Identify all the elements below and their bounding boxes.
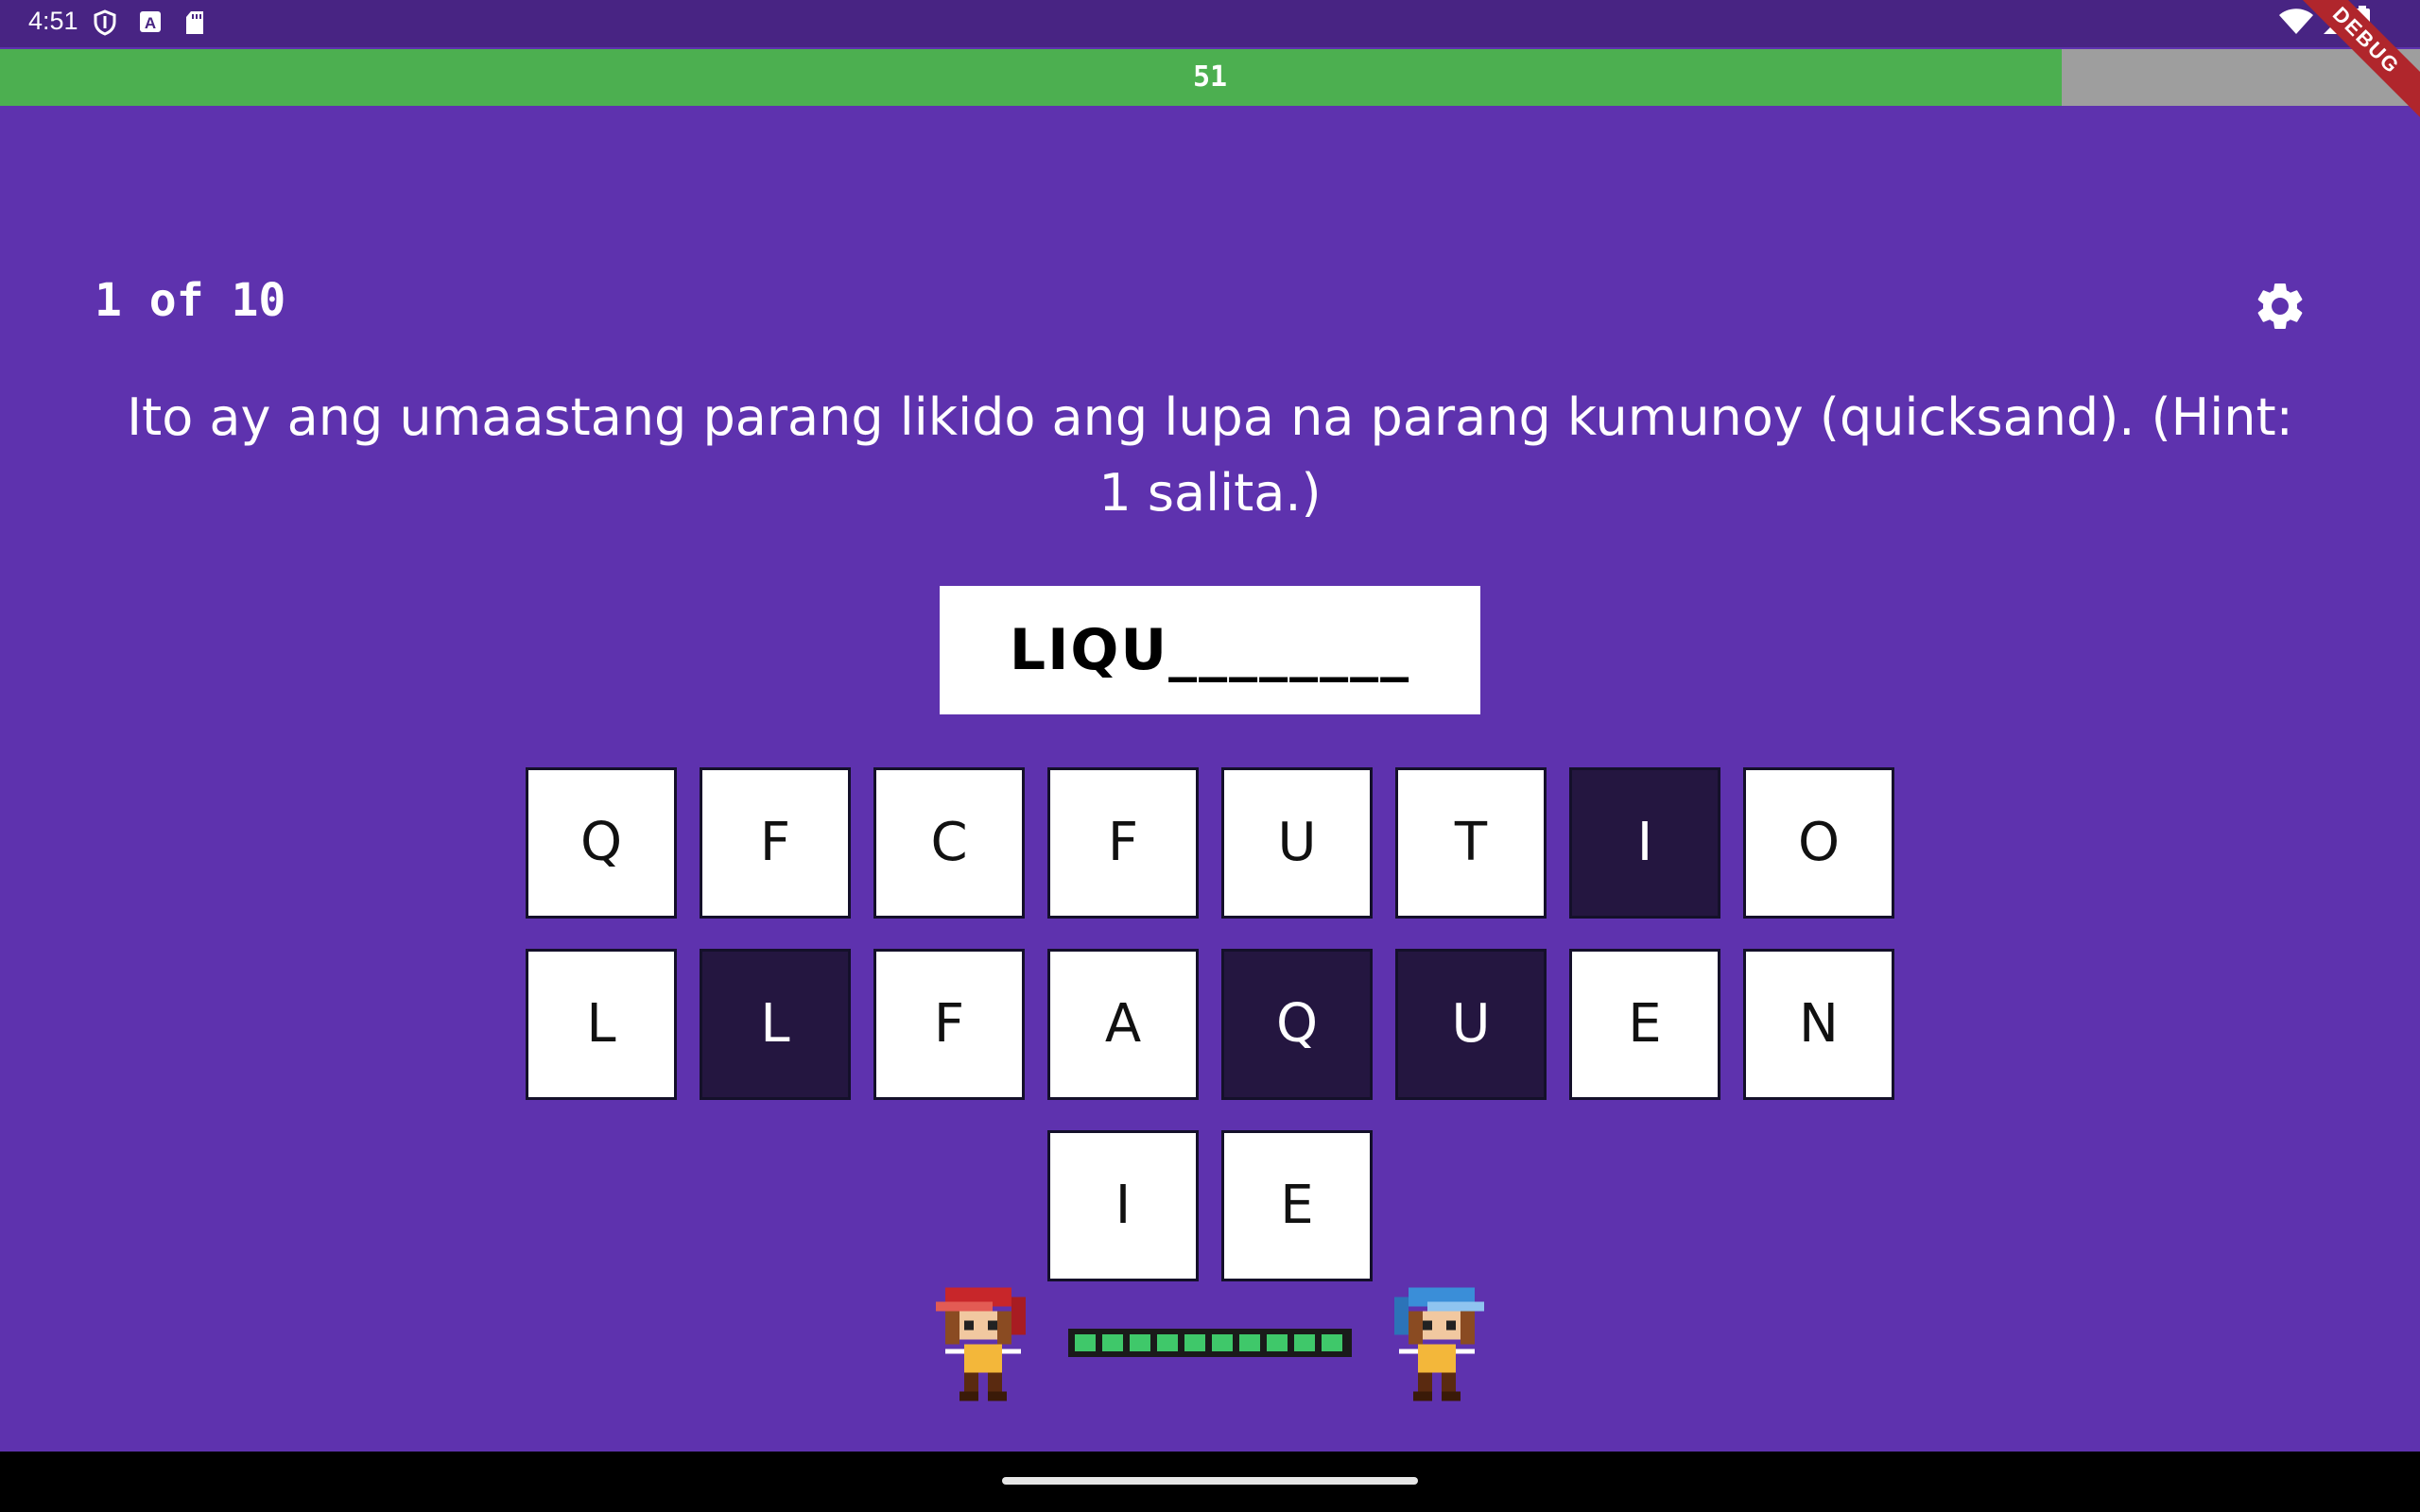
a-icon: A bbox=[138, 9, 163, 38]
timer-bar: 51 bbox=[0, 49, 2420, 106]
letter-tile[interactable]: Q bbox=[1221, 949, 1373, 1100]
question-text: Ito ay ang umaastang parang likido ang l… bbox=[127, 387, 2293, 523]
status-bar: 4:51 A bbox=[0, 0, 2420, 47]
letter-tile[interactable]: I bbox=[1047, 1130, 1199, 1281]
letter-tile[interactable]: Q bbox=[526, 767, 677, 919]
health-segment bbox=[1294, 1334, 1315, 1351]
answer-box: LIQU________ bbox=[940, 586, 1480, 714]
letter-tile[interactable]: A bbox=[1047, 949, 1199, 1100]
letter-tile[interactable]: U bbox=[1221, 767, 1373, 919]
letter-tile[interactable]: F bbox=[700, 767, 851, 919]
letter-tile[interactable]: E bbox=[1569, 949, 1720, 1100]
health-bar bbox=[1068, 1329, 1352, 1357]
letter-tile[interactable]: U bbox=[1395, 949, 1547, 1100]
timer-value: 51 bbox=[1192, 60, 1228, 94]
letter-tile[interactable]: T bbox=[1395, 767, 1547, 919]
settings-button[interactable] bbox=[2252, 278, 2308, 335]
opponent-character-blue bbox=[1390, 1287, 1484, 1410]
home-indicator[interactable] bbox=[1002, 1477, 1418, 1485]
status-time: 4:51 bbox=[28, 7, 78, 35]
health-segment bbox=[1075, 1334, 1096, 1351]
health-segment bbox=[1212, 1334, 1233, 1351]
letter-tile[interactable]: E bbox=[1221, 1130, 1373, 1281]
letter-tile[interactable]: L bbox=[526, 949, 677, 1100]
health-segment bbox=[1102, 1334, 1123, 1351]
letter-tile[interactable]: F bbox=[1047, 767, 1199, 919]
health-segment bbox=[1184, 1334, 1205, 1351]
shield-icon bbox=[93, 9, 117, 40]
gear-icon bbox=[2257, 284, 2303, 329]
sd-card-icon bbox=[183, 9, 206, 40]
letter-tile[interactable]: L bbox=[700, 949, 851, 1100]
player-character-red bbox=[936, 1287, 1030, 1410]
letter-tile[interactable]: I bbox=[1569, 767, 1720, 919]
health-segment bbox=[1239, 1334, 1260, 1351]
health-segment bbox=[1322, 1334, 1342, 1351]
letter-tile[interactable]: C bbox=[873, 767, 1025, 919]
wifi-icon bbox=[2278, 8, 2314, 40]
letter-tile[interactable]: O bbox=[1743, 767, 1894, 919]
health-segment bbox=[1130, 1334, 1150, 1351]
svg-text:A: A bbox=[145, 14, 156, 32]
health-segment bbox=[1157, 1334, 1178, 1351]
letter-tile[interactable]: F bbox=[873, 949, 1025, 1100]
letter-tile[interactable]: N bbox=[1743, 949, 1894, 1100]
health-segment bbox=[1267, 1334, 1288, 1351]
question-progress: 1 of 10 bbox=[95, 274, 286, 327]
